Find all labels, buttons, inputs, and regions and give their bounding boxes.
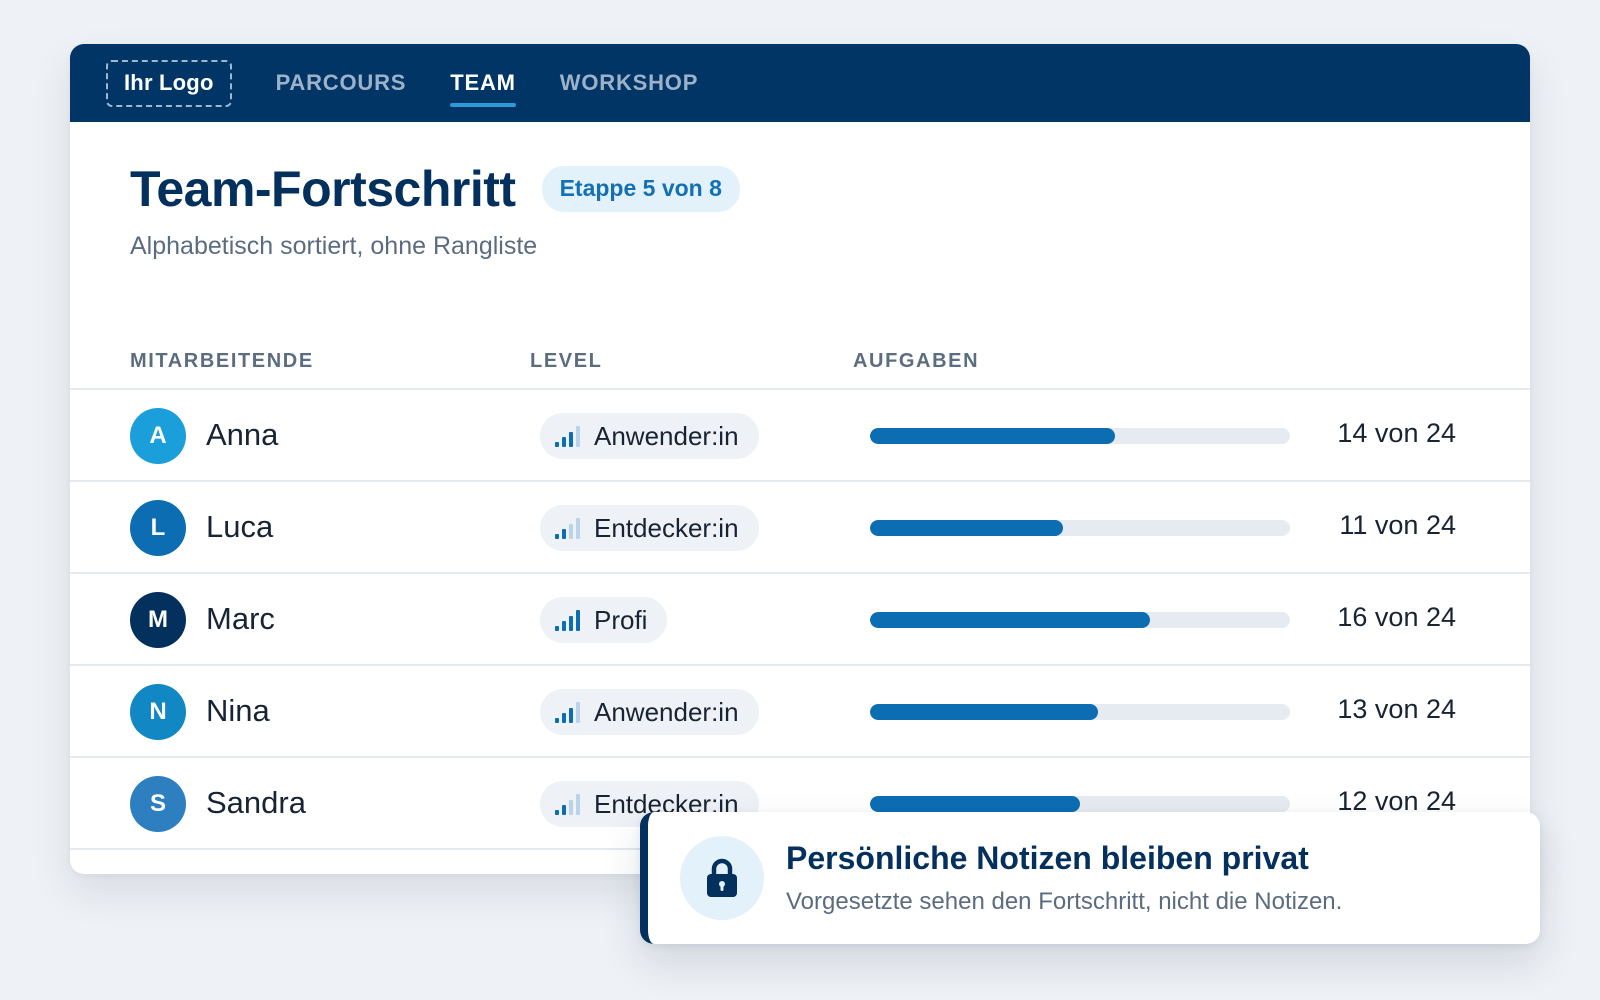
tab-team[interactable]: TEAM <box>450 44 516 122</box>
level-badge: Entdecker:in <box>540 505 759 551</box>
table-row: A Anna Anwender:in 14 von 24 <box>70 390 1530 482</box>
table-row: L Luca Entdecker:in 11 von 24 <box>70 482 1530 574</box>
page-subtitle: Alphabetisch sortiert, ohne Rangliste <box>130 232 538 260</box>
level-label: Profi <box>594 604 648 635</box>
avatar: L <box>130 500 186 556</box>
member-name: Sandra <box>206 785 306 820</box>
notice-text: Vorgesetzte sehen den Fortschritt, nicht… <box>786 888 1343 915</box>
tab-parcours[interactable]: PARCOURS <box>276 44 407 122</box>
column-header-member: MITARBEITENDE <box>130 350 314 372</box>
level-label: Entdecker:in <box>594 512 739 543</box>
stage-badge: Etappe 5 von 8 <box>541 166 740 212</box>
table-row: N Nina Anwender:in 13 von 24 <box>70 666 1530 758</box>
member-name: Marc <box>206 601 275 636</box>
lock-icon-circle <box>680 836 764 920</box>
page-header: Team-Fortschritt Etappe 5 von 8 Alphabet… <box>130 160 1470 261</box>
task-progress-fill <box>870 796 1080 812</box>
top-navbar: Ihr Logo PARCOURS TEAM WORKSHOP <box>70 44 1530 122</box>
task-progress-bar <box>870 612 1290 628</box>
column-header-tasks: AUFGABEN <box>853 350 980 372</box>
task-progress-bar <box>870 520 1290 536</box>
page-title: Team-Fortschritt <box>130 161 516 217</box>
task-count: 14 von 24 <box>1337 418 1456 448</box>
task-count: 16 von 24 <box>1337 602 1456 632</box>
table-row: M Marc Profi 16 von 24 <box>70 574 1530 666</box>
avatar: N <box>130 684 186 740</box>
signal-bars-icon <box>555 794 580 815</box>
logo-placeholder[interactable]: Ihr Logo <box>106 59 232 107</box>
task-progress-bar <box>870 428 1290 444</box>
task-count: 13 von 24 <box>1337 694 1456 724</box>
member-name: Anna <box>206 417 279 452</box>
member-name: Nina <box>206 693 270 728</box>
member-name: Luca <box>206 509 274 544</box>
avatar: A <box>130 408 186 464</box>
table-header: MITARBEITENDE LEVEL AUFGABEN <box>70 342 1530 390</box>
signal-bars-icon <box>555 426 580 447</box>
signal-bars-icon <box>555 518 580 539</box>
avatar: M <box>130 592 186 648</box>
signal-bars-icon <box>555 702 580 723</box>
level-label: Anwender:in <box>594 696 739 727</box>
notice-title: Persönliche Notizen bleiben privat <box>786 840 1309 876</box>
column-header-level: LEVEL <box>530 350 603 372</box>
task-progress-bar <box>870 704 1290 720</box>
level-badge: Anwender:in <box>540 413 759 459</box>
task-progress-fill <box>870 612 1150 628</box>
task-count: 11 von 24 <box>1339 510 1456 540</box>
task-progress-fill <box>870 428 1115 444</box>
signal-bars-icon <box>555 610 580 631</box>
team-table-body: A Anna Anwender:in 14 von 24 L Luca Entd… <box>70 390 1530 850</box>
level-label: Anwender:in <box>594 420 739 451</box>
task-progress-fill <box>870 704 1098 720</box>
avatar: S <box>130 776 186 832</box>
level-badge: Profi <box>540 597 668 643</box>
team-card: Ihr Logo PARCOURS TEAM WORKSHOP Team-For… <box>70 44 1530 874</box>
privacy-notice: Persönliche Notizen bleiben privat Vorge… <box>640 812 1540 944</box>
level-badge: Anwender:in <box>540 689 759 735</box>
task-progress-fill <box>870 520 1063 536</box>
lock-icon <box>707 858 737 897</box>
task-progress-bar <box>870 796 1290 812</box>
tab-workshop[interactable]: WORKSHOP <box>560 44 698 122</box>
